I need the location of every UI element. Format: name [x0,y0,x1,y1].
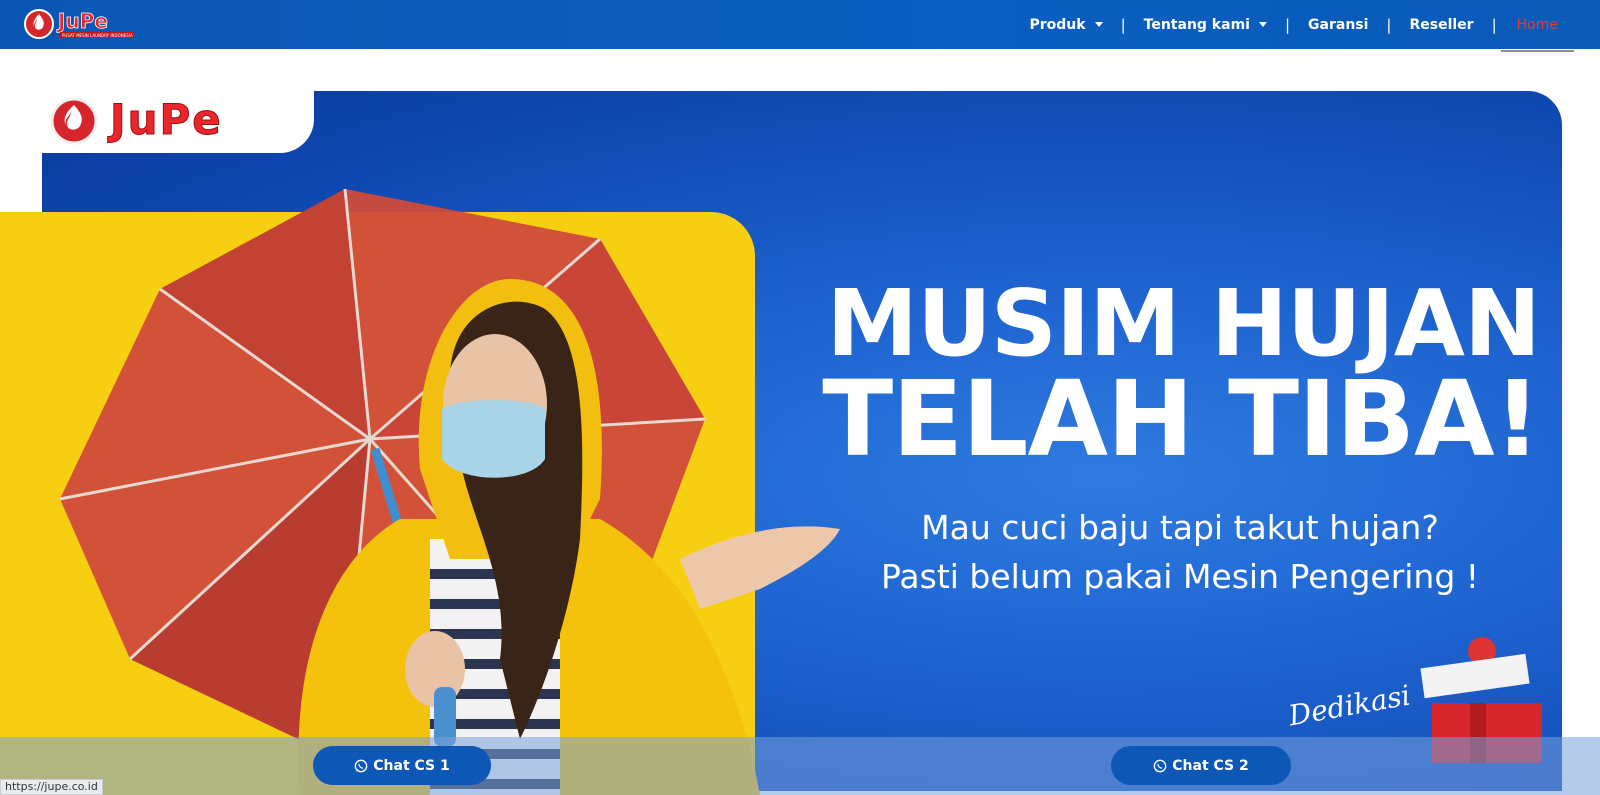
chat-bar [0,737,1600,795]
nav-produk[interactable]: Produk [1030,17,1103,33]
hero-subheadline: Mau cuci baju tapi takut hujan? Pasti be… [840,504,1520,601]
main-nav: Produk | Tentang kami | Garansi | Resell… [1030,0,1575,52]
hero-photo [59,188,840,795]
nav-separator: | [1120,15,1126,34]
chat-cs-1-label: Chat CS 1 [373,757,450,774]
nav-home-label: Home [1516,16,1558,33]
nav-garansi[interactable]: Garansi [1308,17,1368,33]
subheadline-line-2: Pasti belum pakai Mesin Pengering ! [880,556,1480,596]
whatsapp-icon [354,759,368,772]
nav-separator: | [1491,15,1497,34]
nav-reseller-label: Reseller [1409,16,1474,33]
svg-text:JuPe: JuPe [107,95,223,144]
chevron-down-icon [1258,22,1267,27]
whatsapp-icon [1153,759,1167,772]
nav-produk-label: Produk [1029,16,1086,33]
hero-banner[interactable]: JuPe MUSIM HUJAN TELAH TIBA! Mau cuci ba… [0,49,1600,795]
status-bar-url: https://jupe.co.id [0,779,103,795]
logo-tagline: PUSAT MESIN LAUNDRY INDONESIA [62,33,133,38]
nav-separator: | [1284,15,1291,34]
chevron-down-icon [1094,22,1103,27]
hero-headline: MUSIM HUJAN TELAH TIBA! [820,270,1541,481]
top-navbar: JuPe PUSAT MESIN LAUNDRY INDONESIA Produ… [0,0,1600,52]
nav-home[interactable]: Home [1500,16,1575,52]
nav-reseller[interactable]: Reseller [1409,17,1473,33]
headline-line-1: MUSIM HUJAN [826,270,1541,377]
subheadline-line-1: Mau cuci baju tapi takut hujan? [921,508,1439,547]
svg-text:JuPe: JuPe [56,9,108,33]
headline-line-2: TELAH TIBA! [822,358,1541,481]
chat-cs-2-label: Chat CS 2 [1172,757,1249,774]
nav-separator: | [1386,15,1392,34]
jupe-logo[interactable]: JuPe PUSAT MESIN LAUNDRY INDONESIA [24,6,140,42]
nav-tentang-kami[interactable]: Tentang kami [1144,17,1267,33]
chat-cs-2-button[interactable]: Chat CS 2 [1111,746,1291,785]
nav-garansi-label: Garansi [1308,16,1369,33]
chat-cs-1-button[interactable]: Chat CS 1 [313,746,491,785]
nav-tentang-kami-label: Tentang kami [1143,16,1250,33]
